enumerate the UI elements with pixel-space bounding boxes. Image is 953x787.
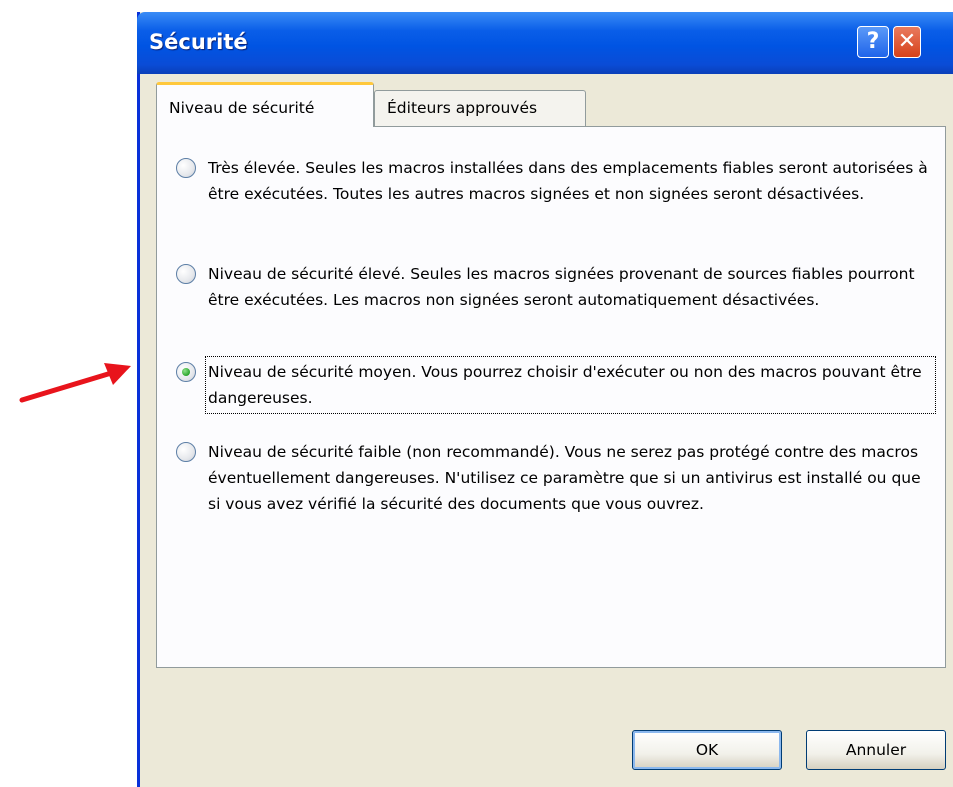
ok-button[interactable]: OK [632, 730, 782, 770]
tab-trusted-publishers[interactable]: Éditeurs approuvés [374, 90, 586, 130]
radio-very-high[interactable] [176, 158, 196, 178]
radio-low[interactable] [176, 442, 196, 462]
security-dialog: Sécurité ? ✕ Niveau de sécurité Éditeurs… [137, 12, 953, 787]
radio-high[interactable] [176, 264, 196, 284]
option-text: Niveau de sécurité moyen. Vous pourrez c… [205, 356, 936, 414]
window-title: Sécurité [149, 30, 248, 54]
cancel-button[interactable]: Annuler [806, 730, 946, 770]
radio-medium[interactable] [176, 362, 196, 382]
tab-security-level[interactable]: Niveau de sécurité [156, 82, 374, 127]
tab-panel: Très élevée. Seules les macros installée… [156, 126, 946, 668]
option-text: Niveau de sécurité élevé. Seules les mac… [208, 265, 915, 309]
help-button[interactable]: ? [857, 26, 889, 58]
radio-selected-dot [182, 368, 190, 376]
red-arrow-annotation [19, 363, 131, 403]
help-icon: ? [866, 29, 880, 54]
title-bar[interactable]: Sécurité ? ✕ [137, 12, 953, 74]
close-button[interactable]: ✕ [893, 26, 921, 58]
option-text: Niveau de sécurité faible (non recommand… [208, 443, 921, 513]
close-icon: ✕ [897, 29, 917, 54]
tab-label: Éditeurs approuvés [387, 99, 538, 117]
tab-label: Niveau de sécurité [169, 99, 315, 117]
option-text: Très élevée. Seules les macros installée… [208, 159, 928, 203]
